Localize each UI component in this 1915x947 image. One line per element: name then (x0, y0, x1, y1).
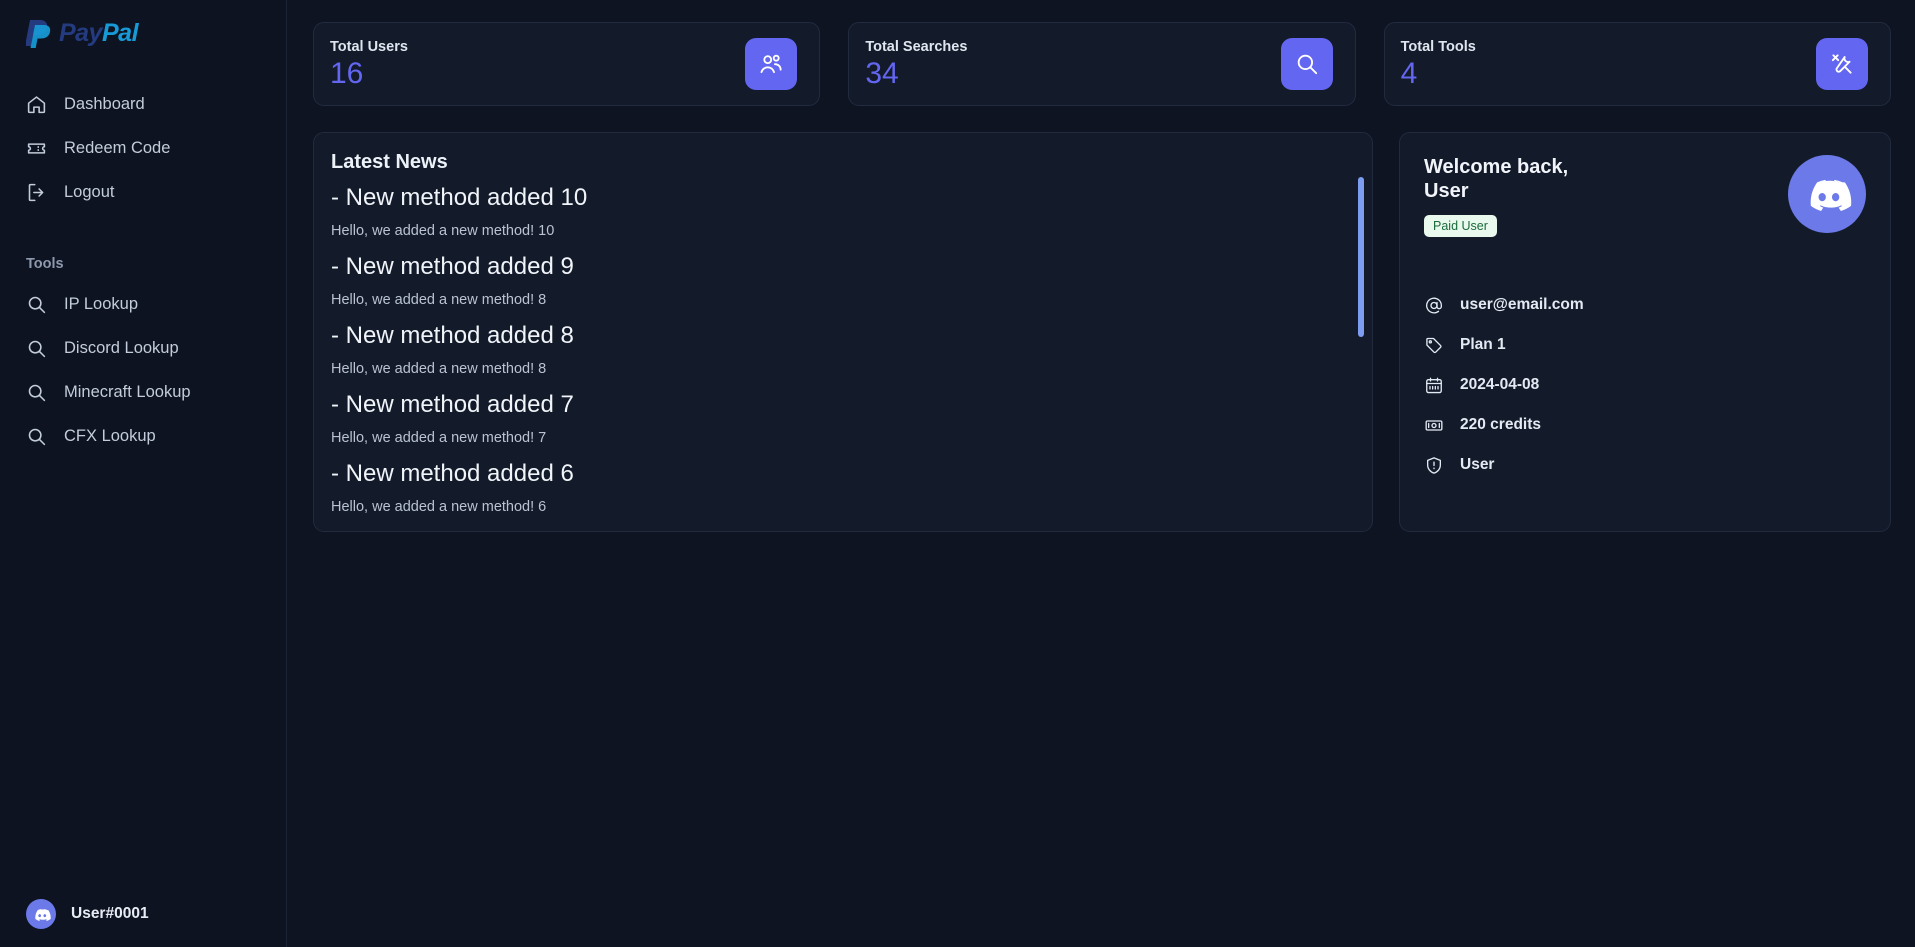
profile-card: Welcome back, User Paid User user@email.… (1399, 132, 1891, 532)
sidebar-item-ip-lookup[interactable]: IP Lookup (0, 282, 286, 326)
sidebar: PayPal Dashboard Redeem Code Logout Tool… (0, 0, 287, 947)
news-item-body: Hello, we added a new method! 6 (331, 499, 547, 515)
sidebar-item-dashboard[interactable]: Dashboard (0, 82, 286, 126)
news-item-heading: - New method added 7 (331, 391, 574, 418)
profile-info-row-role: User (1424, 449, 1866, 482)
search-icon (1297, 54, 1317, 75)
stat-icon-container (1815, 38, 1868, 90)
paypal-mark-icon (26, 20, 51, 48)
stat-value: 4 (1400, 57, 1418, 90)
news-list[interactable]: - New method added 10 Hello, we added a … (331, 184, 1356, 524)
stat-card-text: Total Users 16 (330, 39, 408, 89)
news-item: - New method added 6 Hello, we added a n… (331, 460, 1334, 515)
sidebar-item-label: Logout (64, 182, 115, 201)
content-row: Latest News - New method added 10 Hello,… (313, 132, 1891, 532)
sidebar-item-cfx-lookup[interactable]: CFX Lookup (0, 414, 286, 458)
sidebar-item-label: Discord Lookup (64, 338, 179, 357)
logout-icon (28, 183, 44, 201)
profile-info-row-date: 2024-04-08 (1424, 369, 1866, 402)
stat-label: Total Tools (1400, 39, 1476, 55)
stat-card-text: Total Tools 4 (1401, 39, 1476, 89)
shield-alert-icon (1427, 456, 1441, 474)
avatar (26, 899, 56, 929)
profile-info-value: 220 credits (1460, 416, 1541, 434)
latest-news-card: Latest News - New method added 10 Hello,… (313, 132, 1373, 532)
stat-value: 34 (865, 57, 899, 90)
stat-card-total-searches: Total Searches 34 (848, 22, 1356, 106)
users-icon (760, 54, 782, 74)
tools-icon (1831, 54, 1852, 74)
logo-text-pay: Pay (59, 18, 102, 47)
news-item-heading: - New method added 6 (331, 460, 574, 487)
sidebar-user-footer[interactable]: User#0001 (0, 881, 287, 947)
sidebar-item-label: IP Lookup (64, 294, 139, 313)
primary-navigation: Dashboard Redeem Code Logout (0, 82, 286, 214)
search-icon (28, 384, 46, 401)
logo-text-pal: Pal (101, 18, 139, 47)
stat-icon-container (1280, 38, 1333, 90)
profile-info-value: user@email.com (1460, 296, 1584, 314)
news-item-heading: - New method added 8 (331, 322, 574, 349)
news-item-body: Hello, we added a new method! 7 (331, 430, 547, 446)
profile-info-row-email: user@email.com (1424, 289, 1866, 322)
main-content: Total Users 16 Total Searches 34 Total T… (287, 0, 1915, 947)
stat-card-total-tools: Total Tools 4 (1383, 22, 1891, 106)
ticket-icon (27, 142, 46, 154)
logo-container: PayPal (0, 0, 286, 62)
status-badge: Paid User (1424, 214, 1497, 237)
home-icon (27, 95, 46, 113)
at-sign-icon (1426, 297, 1442, 314)
stat-card-total-users: Total Users 16 (313, 22, 821, 106)
news-item-heading: - New method added 10 (331, 184, 588, 211)
profile-info-row-credits: 220 credits (1424, 409, 1866, 442)
tools-section-label: Tools (26, 256, 64, 272)
tag-icon (1426, 337, 1442, 353)
banknote-icon (1425, 420, 1443, 431)
search-icon (28, 296, 46, 313)
sidebar-item-label: CFX Lookup (64, 426, 156, 445)
news-item: - New method added 7 Hello, we added a n… (331, 391, 1334, 446)
stat-icon-container (745, 38, 798, 90)
sidebar-item-minecraft-lookup[interactable]: Minecraft Lookup (0, 370, 286, 414)
stat-card-text: Total Searches 34 (865, 39, 967, 89)
profile-info-value: Plan 1 (1460, 336, 1506, 354)
discord-icon (1810, 179, 1852, 211)
news-item: - New method added 10 Hello, we added a … (331, 184, 1334, 239)
discord-icon (34, 908, 51, 921)
news-item: - New method added 9 Hello, we added a n… (331, 253, 1334, 308)
sidebar-item-discord-lookup[interactable]: Discord Lookup (0, 326, 286, 370)
sidebar-item-logout[interactable]: Logout (0, 170, 286, 214)
news-item-heading: - New method added 9 (331, 253, 574, 280)
sidebar-item-label: Dashboard (64, 94, 145, 113)
stat-value: 16 (330, 57, 364, 90)
app-root: PayPal Dashboard Redeem Code Logout Tool… (0, 0, 1915, 947)
tools-navigation: IP Lookup Discord Lookup Minecraft Looku… (0, 282, 286, 458)
search-icon (28, 340, 46, 357)
news-item-body: Hello, we added a new method! 8 (331, 361, 547, 377)
latest-news-title: Latest News (331, 151, 448, 173)
sidebar-item-label: Redeem Code (64, 138, 171, 157)
news-scrollbar[interactable] (1358, 177, 1364, 517)
sidebar-user-name: User#0001 (71, 905, 149, 922)
news-item-body: Hello, we added a new method! 10 (331, 223, 555, 239)
profile-info-value: User (1460, 456, 1495, 474)
news-item: - New method added 8 Hello, we added a n… (331, 322, 1334, 377)
stat-label: Total Searches (865, 39, 968, 55)
sidebar-item-redeem-code[interactable]: Redeem Code (0, 126, 286, 170)
search-icon (28, 428, 46, 445)
stats-row: Total Users 16 Total Searches 34 Total T… (313, 22, 1891, 106)
sidebar-item-label: Minecraft Lookup (64, 382, 191, 401)
calendar-icon (1426, 377, 1442, 394)
profile-info-value: 2024-04-08 (1460, 376, 1540, 394)
profile-info-row-plan: Plan 1 (1424, 329, 1866, 362)
news-item-body: Hello, we added a new method! 8 (331, 292, 547, 308)
news-scrollbar-thumb[interactable] (1358, 177, 1364, 337)
avatar (1788, 155, 1866, 233)
stat-label: Total Users (330, 39, 408, 55)
profile-info-list: user@email.com Plan 1 2024-04-08 220 cre… (1424, 289, 1866, 482)
paypal-logo: PayPal (26, 18, 286, 48)
